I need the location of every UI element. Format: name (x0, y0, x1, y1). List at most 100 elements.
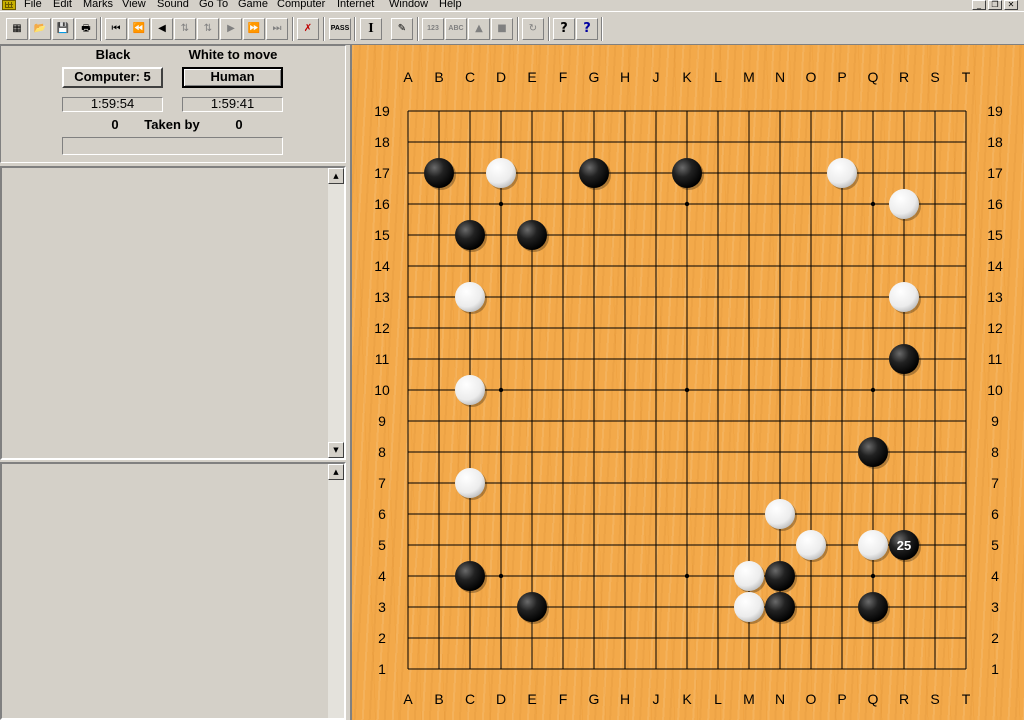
row-label: 17 (374, 165, 390, 181)
black-stone (858, 437, 888, 467)
open-file-button[interactable]: 📂 (29, 18, 51, 40)
toolbar-separator (354, 17, 356, 41)
row-label: 8 (991, 444, 999, 460)
menu-view[interactable]: View (122, 0, 146, 11)
column-label: K (682, 69, 692, 85)
next-variation-button[interactable]: ⇅ (197, 18, 219, 40)
row-label: 2 (991, 630, 999, 646)
go-to-start-button[interactable]: ⏮ (105, 18, 127, 40)
column-label: F (559, 69, 568, 85)
column-label: R (899, 691, 909, 707)
menu-computer[interactable]: Computer (277, 0, 325, 11)
toolbar-separator (323, 17, 325, 41)
menu-go-to[interactable]: Go To (199, 0, 228, 11)
print-button[interactable]: 🖶 (75, 18, 97, 40)
triangle-mark-icon: ▲ (475, 23, 483, 34)
star-point (870, 387, 876, 393)
white-stone (889, 189, 919, 219)
row-label: 3 (378, 599, 386, 615)
white-player-button[interactable]: Human (182, 67, 283, 88)
column-label: P (837, 691, 846, 707)
forward-one-move-button[interactable]: ▶ (220, 18, 242, 40)
back-ten-moves-button[interactable]: ⏪ (128, 18, 150, 40)
menu-edit[interactable]: Edit (53, 0, 72, 11)
back-one-move-button[interactable]: ◀ (151, 18, 173, 40)
menu-file[interactable]: File (24, 0, 42, 11)
row-label: 15 (987, 227, 1003, 243)
row-label: 1 (378, 661, 386, 677)
column-label: N (775, 691, 785, 707)
redo-button[interactable]: ↻ (522, 18, 544, 40)
column-label: N (775, 69, 785, 85)
column-label: C (465, 691, 475, 707)
menu-window[interactable]: Window (389, 0, 428, 11)
undo-move-button[interactable]: ✗ (297, 18, 319, 40)
star-point (870, 201, 876, 207)
column-label: M (743, 69, 755, 85)
numbers-button[interactable]: 123 (422, 18, 444, 40)
row-label: 12 (374, 320, 390, 336)
new-board-button[interactable]: ▦ (6, 18, 28, 40)
previous-variation-button[interactable]: ⇅ (174, 18, 196, 40)
triangle-mark-button[interactable]: ▲ (468, 18, 490, 40)
save-file-button[interactable]: 💾 (52, 18, 74, 40)
help-icon: ? (560, 21, 568, 36)
text-mode-button[interactable]: I (360, 18, 382, 40)
app-icon[interactable] (2, 0, 16, 10)
square-mark-button[interactable]: ■ (491, 18, 513, 40)
column-label: B (434, 691, 443, 707)
row-label: 7 (378, 475, 386, 491)
forward-ten-moves-button[interactable]: ⏩ (243, 18, 265, 40)
row-label: 17 (987, 165, 1003, 181)
go-board[interactable]: A A B B C C D D E E F F G G H H J J K K L L M M N N O O P P Q Q R R S S T T 19… (350, 45, 1024, 720)
black-stone (517, 592, 547, 622)
comment-button[interactable]: ✎ (391, 18, 413, 40)
restore-button[interactable]: ❐ (988, 0, 1002, 10)
black-stone (455, 561, 485, 591)
scroll-up-arrow-icon[interactable]: ▲ (328, 168, 344, 184)
go-to-end-icon: ⏭ (272, 23, 282, 34)
row-label: 12 (987, 320, 1003, 336)
board-grid[interactable]: AABBCCDDEEFFGGHHJJKKLLMMNNOOPPQQRRSSTT19… (352, 45, 1024, 720)
next-variation-icon: ⇅ (203, 23, 213, 34)
pass-button[interactable]: PASS (329, 18, 351, 40)
menu-sound[interactable]: Sound (157, 0, 189, 11)
column-label: T (962, 691, 971, 707)
column-label: H (620, 691, 630, 707)
row-label: 13 (374, 289, 390, 305)
row-label: 14 (987, 258, 1003, 274)
comment-pane[interactable]: ▲ ▼ (0, 166, 346, 460)
star-point (498, 573, 504, 579)
help-button[interactable]: ? (553, 18, 575, 40)
menu-game[interactable]: Game (238, 0, 268, 11)
toolbar-separator (517, 17, 519, 41)
scroll-down-arrow-icon[interactable]: ▼ (328, 442, 344, 458)
minimize-button[interactable]: _ (972, 0, 986, 10)
letters-button[interactable]: ABC (445, 18, 467, 40)
comment-scrollbar[interactable]: ▲ ▼ (328, 168, 344, 458)
column-label: O (806, 691, 817, 707)
close-button[interactable]: ✕ (1004, 0, 1018, 10)
context-help-button[interactable]: ? (576, 18, 598, 40)
row-label: 3 (991, 599, 999, 615)
numbers-icon: 123 (427, 25, 439, 32)
move-info-pane[interactable]: ▲ (0, 462, 346, 720)
menu-help[interactable]: Help (439, 0, 462, 11)
column-label: D (496, 691, 506, 707)
scroll-up-arrow-icon[interactable]: ▲ (328, 464, 344, 480)
black-stone (858, 592, 888, 622)
star-point (870, 573, 876, 579)
menu-marks[interactable]: Marks (83, 0, 113, 11)
previous-variation-icon: ⇅ (180, 23, 190, 34)
row-label: 4 (378, 568, 386, 584)
go-to-end-button[interactable]: ⏭ (266, 18, 288, 40)
column-label: H (620, 69, 630, 85)
forward-ten-moves-icon: ⏩ (247, 23, 261, 34)
black-player-button[interactable]: Computer: 5 (62, 67, 163, 88)
menu-internet[interactable]: Internet (337, 0, 374, 11)
column-label: S (930, 691, 939, 707)
row-label: 4 (991, 568, 999, 584)
move-info-scrollbar[interactable]: ▲ (328, 464, 344, 718)
redo-icon: ↻ (528, 23, 538, 34)
white-stone (486, 158, 516, 188)
